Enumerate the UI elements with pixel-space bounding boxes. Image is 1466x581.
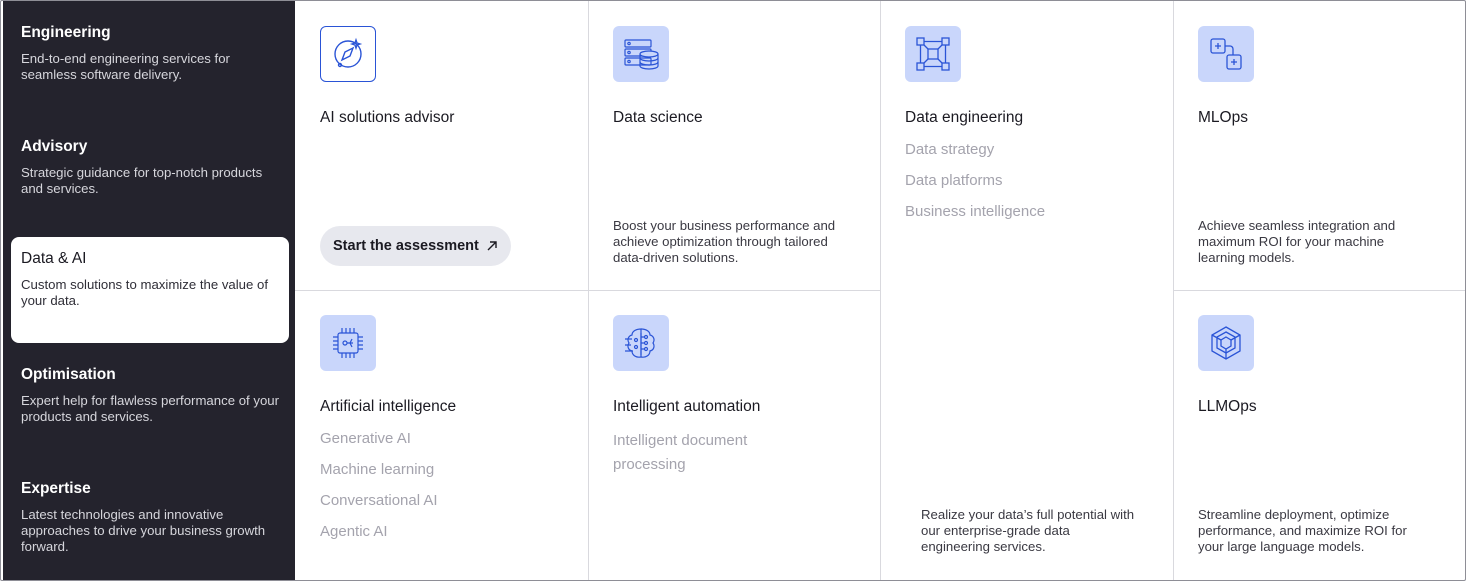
link-conversational-ai[interactable]: Conversational AI bbox=[320, 491, 438, 511]
sidebar-item-title: Data & AI bbox=[21, 250, 87, 267]
sidebar-item-optimisation[interactable]: Optimisation Expert help for flawless pe… bbox=[11, 353, 289, 433]
sidebar-item-advisory[interactable]: Advisory Strategic guidance for top-notc… bbox=[11, 125, 289, 205]
start-assessment-label: Start the assessment bbox=[333, 238, 479, 254]
compass-sparkle-icon bbox=[320, 26, 376, 82]
sidebar-item-desc: Latest technologies and innovative appro… bbox=[21, 507, 266, 554]
card-desc-data-science: Boost your business performance and achi… bbox=[613, 218, 836, 265]
sidebar-item-title: Expertise bbox=[21, 480, 91, 497]
card-title-data-science[interactable]: Data science bbox=[613, 108, 703, 128]
card-desc-llmops: Streamline deployment, optimize performa… bbox=[1198, 507, 1407, 554]
sidebar-item-desc: Custom solutions to maximize the value o… bbox=[21, 277, 269, 308]
card-title-data-engineering[interactable]: Data engineering bbox=[905, 108, 1023, 128]
column-divider bbox=[588, 1, 589, 580]
link-data-platforms[interactable]: Data platforms bbox=[905, 171, 1003, 191]
row-divider bbox=[295, 290, 881, 291]
sidebar-item-expertise[interactable]: Expertise Latest technologies and innova… bbox=[11, 467, 289, 563]
link-business-intelligence[interactable]: Business intelligence bbox=[905, 202, 1045, 222]
row-divider bbox=[1173, 290, 1465, 291]
category-sidebar: Engineering End-to-end engineering servi… bbox=[3, 1, 295, 580]
sidebar-item-desc: Strategic guidance for top-notch product… bbox=[21, 165, 263, 196]
chip-icon bbox=[320, 315, 376, 371]
card-title-ai-solutions-advisor[interactable]: AI solutions advisor bbox=[320, 108, 454, 128]
sidebar-item-engineering[interactable]: Engineering End-to-end engineering servi… bbox=[11, 11, 289, 91]
card-title-mlops[interactable]: MLOps bbox=[1198, 108, 1248, 128]
link-intelligent-document-processing[interactable]: Intelligent document processing bbox=[613, 429, 783, 477]
link-generative-ai[interactable]: Generative AI bbox=[320, 429, 411, 449]
mega-menu-panel: Engineering End-to-end engineering servi… bbox=[0, 0, 1466, 581]
database-server-icon bbox=[613, 26, 669, 82]
hexagon-knot-icon bbox=[1198, 315, 1254, 371]
sidebar-item-title: Engineering bbox=[21, 24, 111, 41]
link-agentic-ai[interactable]: Agentic AI bbox=[320, 522, 388, 542]
card-title-intelligent-automation[interactable]: Intelligent automation bbox=[613, 397, 760, 417]
nodes-grid-icon bbox=[905, 26, 961, 82]
sidebar-item-desc: Expert help for flawless performance of … bbox=[21, 393, 280, 424]
column-divider bbox=[880, 1, 881, 580]
link-data-strategy[interactable]: Data strategy bbox=[905, 140, 994, 160]
start-assessment-button[interactable]: Start the assessment bbox=[320, 226, 511, 266]
sidebar-item-data-ai[interactable]: Data & AI Custom solutions to maximize t… bbox=[11, 237, 289, 343]
column-divider bbox=[1173, 1, 1174, 580]
sidebar-item-desc: End-to-end engineering services for seam… bbox=[21, 51, 230, 82]
brain-circuit-icon bbox=[613, 315, 669, 371]
stacked-squares-icon bbox=[1198, 26, 1254, 82]
card-title-llmops[interactable]: LLMOps bbox=[1198, 397, 1257, 417]
arrow-up-right-icon bbox=[487, 241, 497, 251]
sidebar-item-title: Optimisation bbox=[21, 366, 116, 383]
card-title-artificial-intelligence[interactable]: Artificial intelligence bbox=[320, 397, 456, 417]
sidebar-item-title: Advisory bbox=[21, 138, 88, 155]
link-machine-learning[interactable]: Machine learning bbox=[320, 460, 434, 480]
card-desc-mlops: Achieve seamless integration and maximum… bbox=[1198, 218, 1396, 265]
card-desc-data-engineering: Realize your data’s full potential with … bbox=[921, 507, 1135, 554]
